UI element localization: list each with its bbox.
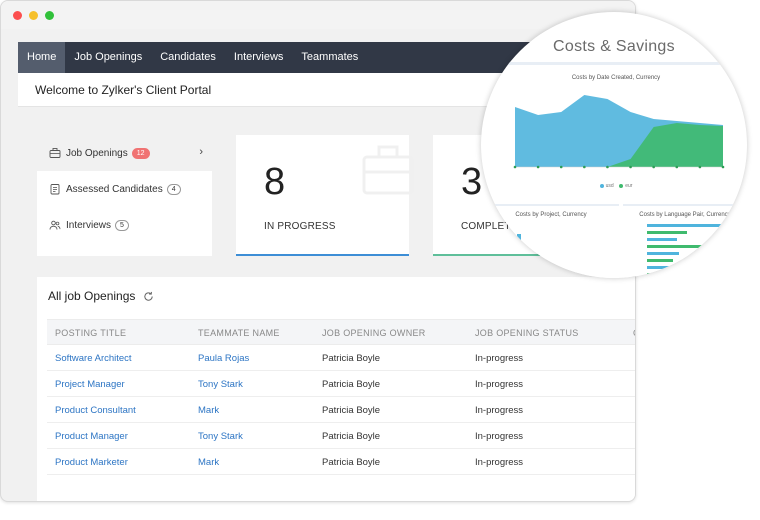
legend-swatch (599, 183, 604, 188)
legend-swatch (619, 183, 624, 188)
owner-cell: Patricia Boyle (322, 431, 381, 442)
sidebar-item-interviews[interactable]: Interviews 5 (37, 207, 212, 243)
briefcase-icon (362, 145, 414, 195)
sidebar-item-job-openings[interactable]: Job Openings 12 › (37, 135, 212, 171)
bar-mark (647, 252, 679, 255)
column-header[interactable]: TEAMMATE NAME (198, 328, 280, 338)
project-bars (517, 234, 587, 278)
posting-title-link[interactable]: Project Manager (55, 379, 125, 390)
in-progress-count: 8 (264, 161, 286, 203)
data-point (675, 165, 679, 169)
data-point (629, 165, 632, 169)
briefcase-icon (49, 148, 61, 158)
language-bars (647, 224, 737, 276)
job-openings-table: All job Openings POSTING TITLE TEAMMATE … (37, 277, 635, 501)
posting-title-link[interactable]: Product Marketer (55, 457, 128, 468)
column-header[interactable]: JOB OPENING OWNER (322, 328, 426, 338)
teammate-link[interactable]: Tony Stark (198, 379, 243, 390)
data-point (721, 165, 725, 169)
table-title-text: All job Openings (48, 289, 136, 303)
data-point (698, 165, 702, 169)
bar-mark (583, 276, 587, 278)
costs-by-date-chart: Costs by Date Created, Currency usd eur (497, 62, 735, 200)
data-point (559, 165, 563, 169)
data-point (583, 165, 586, 169)
table-row[interactable]: Project Manager Tony Stark Patricia Boyl… (47, 371, 635, 397)
owner-cell: Patricia Boyle (322, 457, 381, 468)
costs-by-project-panel: Costs by Project, Currency (483, 204, 619, 278)
clipboard-icon (50, 184, 60, 195)
area-chart (513, 95, 725, 169)
table-row[interactable]: Product Consultant Mark Patricia Boyle I… (47, 397, 635, 423)
sidebar-item-label: Interviews (66, 219, 112, 231)
bar-mark (647, 238, 677, 241)
column-header[interactable]: POSTING TITLE (55, 328, 126, 338)
costs-savings-magnifier: Costs & Savings Costs by Date Created, C… (481, 12, 747, 278)
teammate-link[interactable]: Mark (198, 405, 219, 416)
magnifier-title: Costs & Savings (553, 38, 675, 55)
job-openings-count-badge: 12 (131, 147, 150, 159)
column-header[interactable]: C (633, 328, 635, 338)
nav-job-openings[interactable]: Job Openings (65, 42, 151, 73)
status-cell: In-progress (475, 457, 524, 468)
posting-title-link[interactable]: Product Consultant (55, 405, 136, 416)
bar-mark (647, 231, 687, 234)
interviews-count-badge: 5 (115, 219, 129, 231)
data-point (652, 165, 655, 169)
nav-home[interactable]: Home (18, 42, 66, 73)
table-row[interactable]: Product Manager Tony Stark Patricia Boyl… (47, 423, 635, 449)
data-point (513, 165, 517, 169)
column-header[interactable]: JOB OPENING STATUS (475, 328, 579, 338)
posting-title-link[interactable]: Software Architect (55, 353, 132, 364)
in-progress-card[interactable]: 8 IN PROGRESS (236, 135, 414, 256)
status-cell: In-progress (475, 379, 524, 390)
bar-mark (517, 234, 521, 278)
in-progress-label: IN PROGRESS (264, 221, 336, 232)
status-cell: In-progress (475, 405, 524, 416)
legend-label: eur (625, 183, 633, 189)
nav-teammates[interactable]: Teammates (292, 42, 367, 73)
owner-cell: Patricia Boyle (322, 379, 381, 390)
data-point (536, 165, 540, 169)
people-icon (49, 220, 61, 230)
status-cell: In-progress (475, 431, 524, 442)
bar-mark (647, 259, 673, 262)
close-window-button[interactable] (13, 11, 22, 20)
minimize-window-button[interactable] (29, 11, 38, 20)
table-title: All job Openings (48, 289, 154, 303)
owner-cell: Patricia Boyle (322, 353, 381, 364)
status-cell: In-progress (475, 353, 524, 364)
sidebar-item-label: Assessed Candidates (66, 183, 163, 195)
sidebar-item-assessed-candidates[interactable]: Assessed Candidates 4 (37, 171, 212, 207)
sidebar-item-label: Job Openings (66, 147, 128, 159)
bar-mark (647, 245, 729, 248)
costs-by-language-panel: Costs by Language Pair, Currency (623, 204, 747, 278)
refresh-icon[interactable] (143, 291, 154, 302)
owner-cell: Patricia Boyle (322, 405, 381, 416)
posting-title-link[interactable]: Product Manager (55, 431, 128, 442)
assessed-candidates-count-badge: 4 (166, 183, 181, 195)
teammate-link[interactable]: Mark (198, 457, 219, 468)
title-bar (1, 1, 635, 29)
chart-legend: usd eur (497, 183, 735, 189)
table-header: POSTING TITLE TEAMMATE NAME JOB OPENING … (47, 319, 635, 345)
bar-mark (647, 266, 675, 269)
teammate-link[interactable]: Tony Stark (198, 431, 243, 442)
maximize-window-button[interactable] (45, 11, 54, 20)
bar-mark (647, 273, 673, 276)
nav-interviews[interactable]: Interviews (225, 42, 293, 73)
data-point (606, 165, 609, 169)
chevron-right-icon: › (199, 146, 203, 158)
bar-mark (647, 224, 737, 227)
legend-label: usd (605, 183, 614, 189)
completed-count: 3 (461, 161, 483, 203)
table-row[interactable]: Software Architect Paula Rojas Patricia … (47, 345, 635, 371)
table-row[interactable]: Product Marketer Mark Patricia Boyle In-… (47, 449, 635, 475)
teammate-link[interactable]: Paula Rojas (198, 353, 249, 364)
sidebar-menu: Job Openings 12 › Assessed Candidates 4 … (37, 135, 212, 256)
nav-candidates[interactable]: Candidates (151, 42, 225, 73)
